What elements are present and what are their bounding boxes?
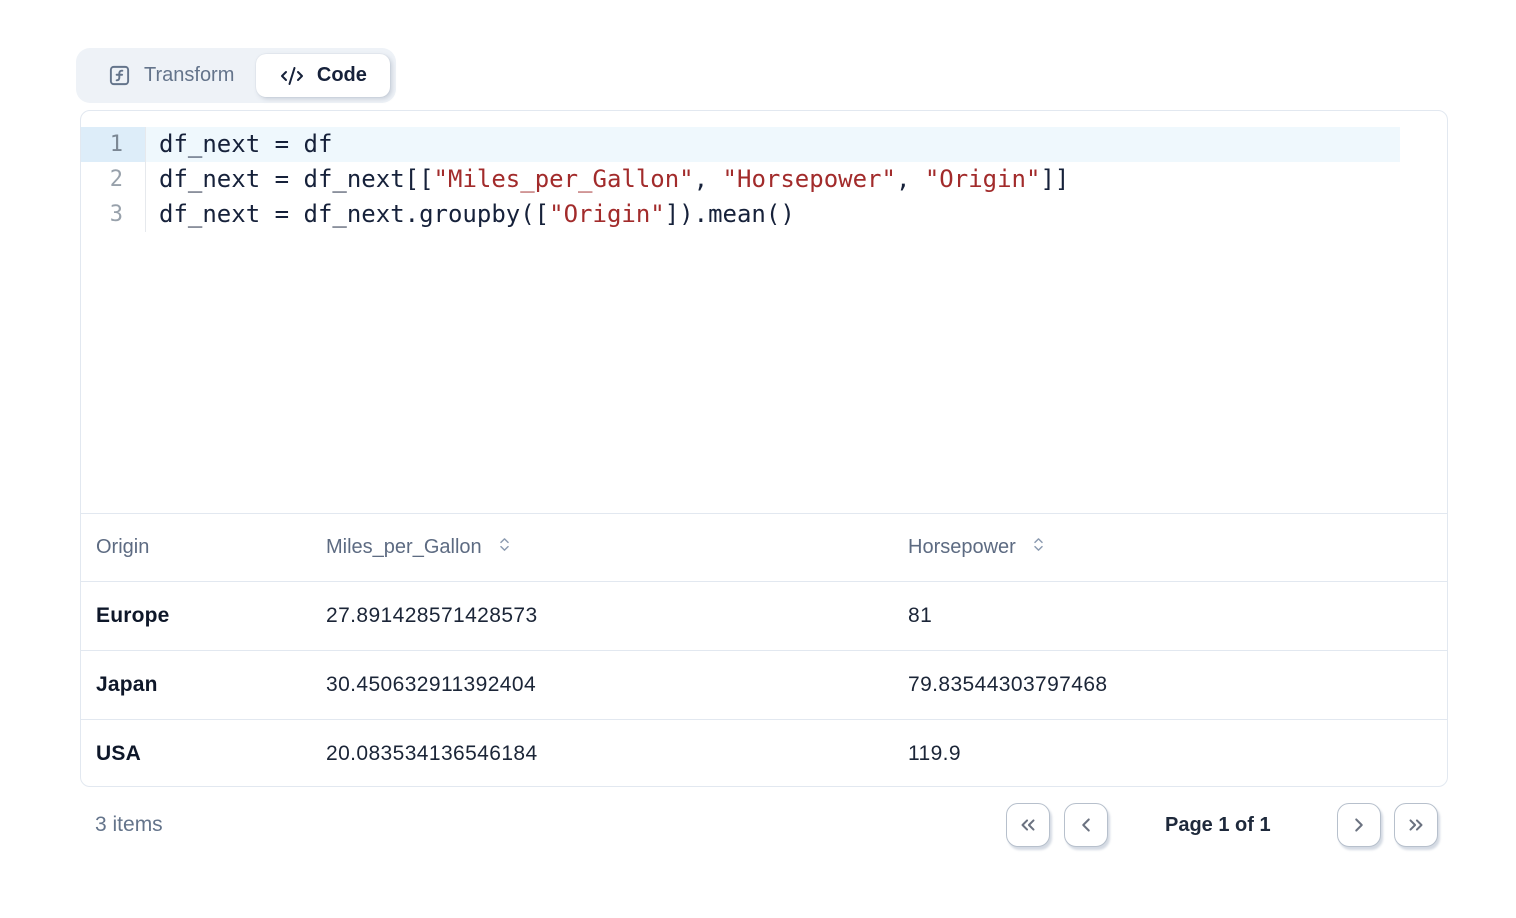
next-page-button[interactable] [1337, 803, 1381, 847]
cell-horsepower: 79.83544303797468 [908, 673, 1447, 697]
line-number: 2 [81, 162, 146, 197]
tab-transform-label: Transform [144, 64, 234, 87]
items-count: 3 items [95, 803, 163, 847]
first-page-button[interactable] [1006, 803, 1050, 847]
column-header-horsepower[interactable]: Horsepower [908, 536, 1447, 559]
page-indicator: Page 1 of 1 [1165, 803, 1271, 847]
column-header-origin: Origin [81, 536, 326, 559]
column-header-miles-per-gallon[interactable]: Miles_per_Gallon [326, 536, 908, 559]
tab-code[interactable]: Code [256, 54, 390, 97]
code-icon [280, 64, 304, 88]
code-editor[interactable]: 1 df_next = df 2 df_next = df_next[["Mil… [81, 111, 1447, 514]
chevron-right-icon [1348, 814, 1370, 836]
chevrons-up-down-icon [496, 536, 513, 559]
column-header-label: Horsepower [908, 536, 1016, 559]
code-token: df_next = df [159, 130, 332, 158]
chevron-left-icon [1075, 814, 1097, 836]
code-line-text: df_next = df_next.groupby(["Origin"]).me… [146, 197, 1400, 232]
code-token: , [896, 165, 925, 193]
results-table: Origin Miles_per_Gallon Horsepower [81, 514, 1447, 788]
chevrons-right-icon [1405, 814, 1427, 836]
code-token: df_next = df_next.groupby([ [159, 200, 549, 228]
table-header-row: Origin Miles_per_Gallon Horsepower [81, 514, 1447, 581]
function-square-icon [108, 64, 131, 87]
string-token: "Horsepower" [723, 165, 896, 193]
code-line-text: df_next = df [146, 127, 1400, 162]
cell-horsepower: 119.9 [908, 742, 1447, 766]
table-row: Japan 30.450632911392404 79.835443037974… [81, 650, 1447, 719]
code-line-3: 3 df_next = df_next.groupby(["Origin"]).… [81, 197, 1447, 232]
string-token: "Origin" [549, 200, 665, 228]
column-header-label: Origin [96, 536, 149, 559]
line-number: 1 [81, 127, 146, 162]
cell-miles-per-gallon: 27.891428571428573 [326, 604, 908, 628]
table-footer: 3 items Page 1 of 1 [80, 803, 1448, 847]
code-line-1: 1 df_next = df [81, 127, 1447, 162]
code-token: , [694, 165, 723, 193]
view-mode-tabbar: Transform Code [76, 48, 396, 103]
code-token: ]] [1040, 165, 1069, 193]
string-token: "Miles_per_Gallon" [434, 165, 694, 193]
table-row: Europe 27.891428571428573 81 [81, 581, 1447, 650]
last-page-button[interactable] [1394, 803, 1438, 847]
cell-origin: Japan [81, 673, 326, 697]
tab-transform[interactable]: Transform [82, 54, 256, 97]
table-row: USA 20.083534136546184 119.9 [81, 719, 1447, 788]
cell-miles-per-gallon: 30.450632911392404 [326, 673, 908, 697]
code-line-text: df_next = df_next[["Miles_per_Gallon", "… [146, 162, 1400, 197]
tab-code-label: Code [317, 64, 367, 87]
cell-horsepower: 81 [908, 604, 1447, 628]
code-token: ]).mean() [665, 200, 795, 228]
chevrons-up-down-icon [1030, 536, 1047, 559]
string-token: "Origin" [925, 165, 1041, 193]
code-line-2: 2 df_next = df_next[["Miles_per_Gallon",… [81, 162, 1447, 197]
column-header-label: Miles_per_Gallon [326, 536, 482, 559]
cell-origin: USA [81, 742, 326, 766]
code-and-results-panel: 1 df_next = df 2 df_next = df_next[["Mil… [80, 110, 1448, 787]
cell-origin: Europe [81, 604, 326, 628]
cell-miles-per-gallon: 20.083534136546184 [326, 742, 908, 766]
previous-page-button[interactable] [1064, 803, 1108, 847]
chevrons-left-icon [1017, 814, 1039, 836]
line-number: 3 [81, 197, 146, 232]
code-token: df_next = df_next[[ [159, 165, 434, 193]
